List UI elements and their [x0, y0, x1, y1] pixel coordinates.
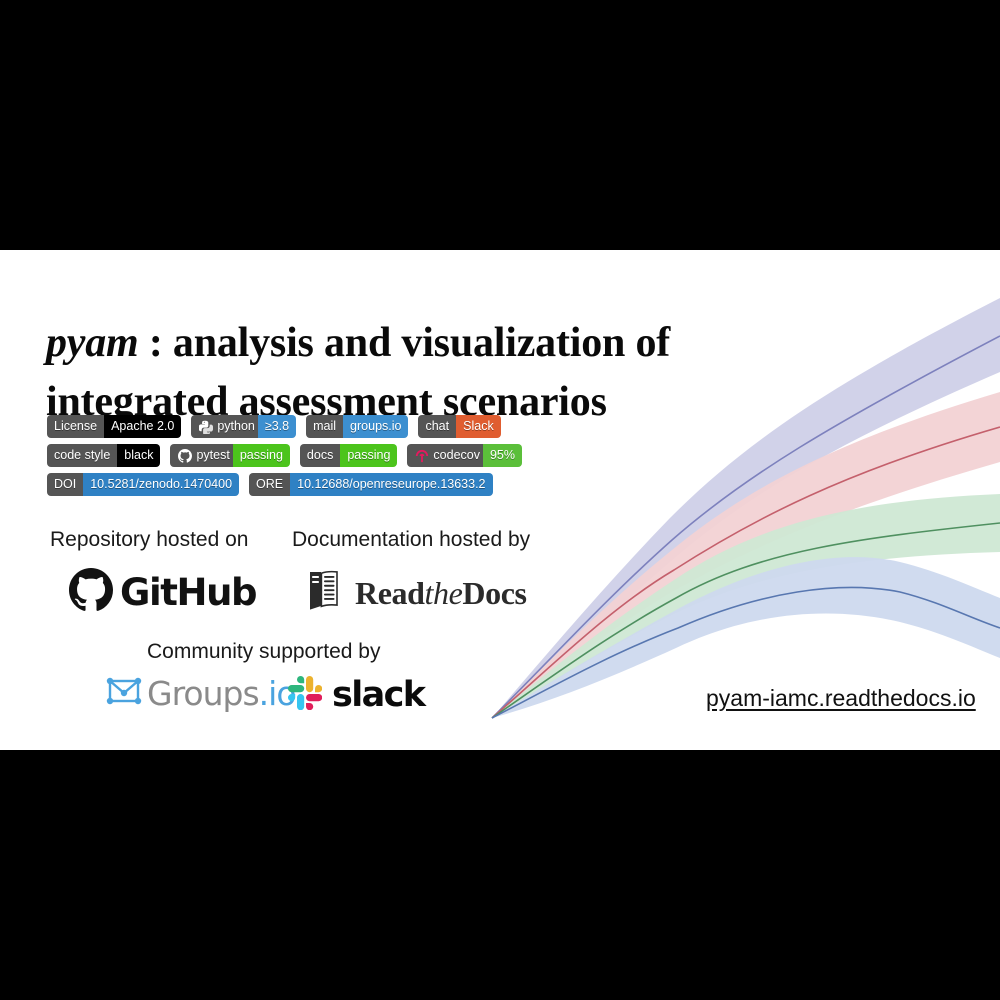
github-wordmark: GitHub — [120, 571, 258, 614]
badge-list: License Apache 2.0 python ≥3.8 mail grou… — [47, 415, 523, 502]
groupsio-wordmark: Groups.io — [147, 674, 297, 713]
github-icon — [177, 448, 192, 463]
badge-code-style[interactable]: code style black — [47, 444, 161, 467]
readthedocs-logo-lockup[interactable]: ReadtheDocs — [308, 570, 527, 617]
badge-chat[interactable]: chat Slack — [418, 415, 501, 438]
badge-doi-value: 10.5281/zenodo.1470400 — [83, 473, 240, 496]
title-rest: : analysis and visualization of integrat… — [46, 320, 671, 426]
badge-mail-value: groups.io — [343, 415, 409, 438]
badge-ore[interactable]: ORE 10.12688/openreseurope.13633.2 — [249, 473, 493, 496]
badge-ore-value: 10.12688/openreseurope.13633.2 — [290, 473, 493, 496]
badge-python-value: ≥3.8 — [257, 415, 297, 438]
groupsio-logo-lockup[interactable]: Groups.io — [105, 674, 297, 713]
badge-row: code style black pytest passing docs pas… — [47, 444, 523, 467]
slack-logo-lockup[interactable]: slack — [288, 675, 426, 715]
badge-python-version[interactable]: python ≥3.8 — [191, 415, 297, 438]
badge-pytest[interactable]: pytest passing — [170, 444, 290, 467]
badge-code-style-label: code style — [47, 444, 118, 467]
badge-docs[interactable]: docs passing — [299, 444, 398, 467]
readthedocs-word-docs: Docs — [462, 575, 527, 611]
readthedocs-word-read: Read — [355, 575, 425, 611]
badge-pytest-label: pytest — [196, 448, 230, 463]
slack-hash-icon — [288, 675, 323, 715]
badge-row: DOI 10.5281/zenodo.1470400 ORE 10.12688/… — [47, 473, 522, 496]
codecov-icon — [414, 448, 429, 463]
slack-wordmark: slack — [332, 675, 426, 715]
badge-mail-label: mail — [306, 415, 344, 438]
badge-pytest-value: passing — [232, 444, 290, 467]
badge-license-value: Apache 2.0 — [104, 415, 182, 438]
documentation-hosted-label: Documentation hosted by — [292, 528, 531, 551]
badge-codecov-left: codecov — [407, 444, 483, 467]
badge-docs-value: passing — [340, 444, 398, 467]
github-logo-lockup[interactable]: GitHub — [69, 568, 258, 617]
github-mark-icon — [69, 568, 113, 617]
title-emphasis: pyam — [46, 320, 139, 367]
site-url-link[interactable]: pyam-iamc.readthedocs.io — [706, 685, 976, 712]
badge-mail[interactable]: mail groups.io — [306, 415, 409, 438]
badge-doi-label: DOI — [47, 473, 84, 496]
badge-license-label: License — [47, 415, 105, 438]
badge-row: License Apache 2.0 python ≥3.8 mail grou… — [47, 415, 522, 438]
badge-chat-label: chat — [418, 415, 457, 438]
readthedocs-word-the: the — [424, 575, 463, 611]
python-icon — [198, 419, 213, 434]
badge-ore-label: ORE — [249, 473, 291, 496]
repository-hosted-label: Repository hosted on — [50, 528, 249, 551]
badge-codecov-label: codecov — [433, 448, 480, 463]
badge-code-style-value: black — [117, 444, 161, 467]
groupsio-envelope-icon — [105, 675, 143, 712]
community-supported-label: Community supported by — [147, 640, 381, 663]
badge-pytest-left: pytest — [170, 444, 233, 467]
badge-doi[interactable]: DOI 10.5281/zenodo.1470400 — [47, 473, 240, 496]
slide-canvas: pyam : analysis and visualization of int… — [0, 0, 1000, 1000]
readthedocs-book-icon — [308, 570, 339, 617]
badge-python-left: python — [191, 415, 258, 438]
badge-chat-value: Slack — [456, 415, 501, 438]
content-card: pyam : analysis and visualization of int… — [0, 250, 1000, 750]
badge-codecov-value: 95% — [482, 444, 523, 467]
badge-python-label: python — [217, 419, 255, 434]
badge-codecov[interactable]: codecov 95% — [407, 444, 523, 467]
readthedocs-wordmark: ReadtheDocs — [355, 575, 527, 612]
badge-docs-label: docs — [299, 444, 341, 467]
groupsio-word: Groups — [147, 674, 260, 713]
badge-license[interactable]: License Apache 2.0 — [47, 415, 182, 438]
